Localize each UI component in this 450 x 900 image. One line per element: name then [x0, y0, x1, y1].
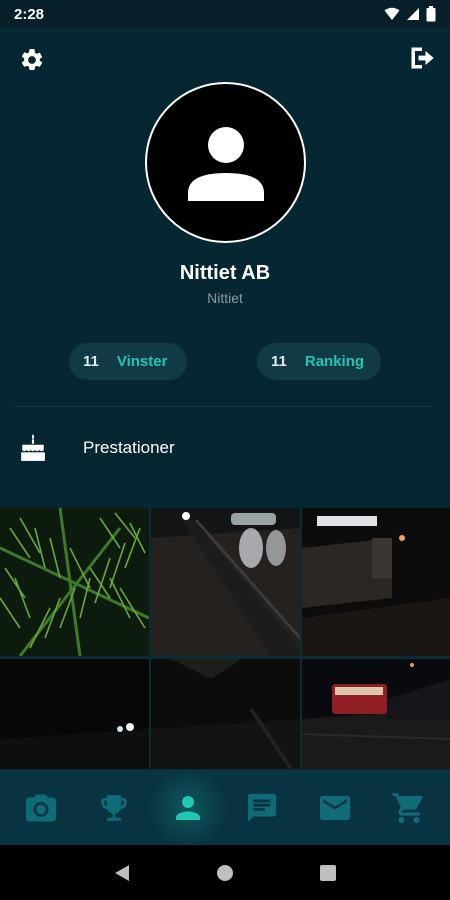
- trophy-icon: [101, 794, 128, 821]
- nav-trophy[interactable]: [84, 778, 144, 838]
- person-icon: [176, 795, 201, 820]
- person-placeholder-icon: [187, 126, 264, 201]
- profile-username: Nittiet: [207, 290, 243, 306]
- achievements-row[interactable]: Prestationer: [0, 424, 450, 474]
- nav-profile[interactable]: [148, 767, 229, 848]
- bottom-nav: [0, 767, 450, 848]
- divider: [12, 406, 432, 407]
- signal-icon: [407, 8, 419, 20]
- status-icons: [384, 6, 436, 22]
- nav-shop[interactable]: [379, 778, 439, 838]
- nav-chat[interactable]: [232, 778, 292, 838]
- photo-thumbnail[interactable]: [302, 508, 450, 656]
- cake-icon: [21, 434, 45, 461]
- system-nav: [0, 845, 450, 900]
- wins-label: Vinster: [116, 353, 168, 370]
- recents-button[interactable]: [308, 853, 348, 893]
- home-icon: [216, 864, 233, 881]
- photo-thumbnail[interactable]: [0, 659, 149, 769]
- achievements-label: Prestationer: [83, 438, 175, 457]
- back-button[interactable]: [102, 853, 142, 893]
- camera-icon: [25, 794, 56, 821]
- home-button[interactable]: [205, 853, 245, 893]
- ranking-label: Ranking: [304, 353, 365, 370]
- nav-mail[interactable]: [305, 778, 365, 838]
- nav-camera[interactable]: [11, 778, 71, 838]
- avatar[interactable]: [145, 82, 306, 243]
- top-actions: [0, 40, 450, 80]
- profile-name: Nittiet AB: [179, 262, 271, 284]
- photo-thumbnail[interactable]: [151, 508, 300, 656]
- ranking-stat-button[interactable]: 11 Ranking: [257, 343, 381, 380]
- cart-icon: [392, 792, 423, 823]
- mail-icon: [320, 795, 351, 820]
- gear-icon: [21, 49, 43, 70]
- status-bar: 2:28: [0, 0, 450, 28]
- photo-grid: [0, 508, 450, 770]
- recents-icon: [320, 864, 337, 881]
- chat-icon: [247, 793, 276, 822]
- logout-button[interactable]: [404, 40, 440, 76]
- wifi-icon: [384, 7, 400, 20]
- settings-button[interactable]: [14, 42, 50, 78]
- logout-icon: [411, 47, 434, 69]
- photo-thumbnail[interactable]: [151, 659, 300, 769]
- ranking-count: 11: [271, 353, 287, 370]
- photo-thumbnail[interactable]: [302, 659, 450, 769]
- wins-count: 11: [83, 353, 99, 370]
- photo-thumbnail[interactable]: [0, 508, 149, 656]
- battery-icon: [426, 6, 436, 22]
- wins-stat-button[interactable]: 11 Vinster: [69, 343, 187, 380]
- status-time: 2:28: [14, 5, 45, 23]
- back-icon: [114, 864, 129, 881]
